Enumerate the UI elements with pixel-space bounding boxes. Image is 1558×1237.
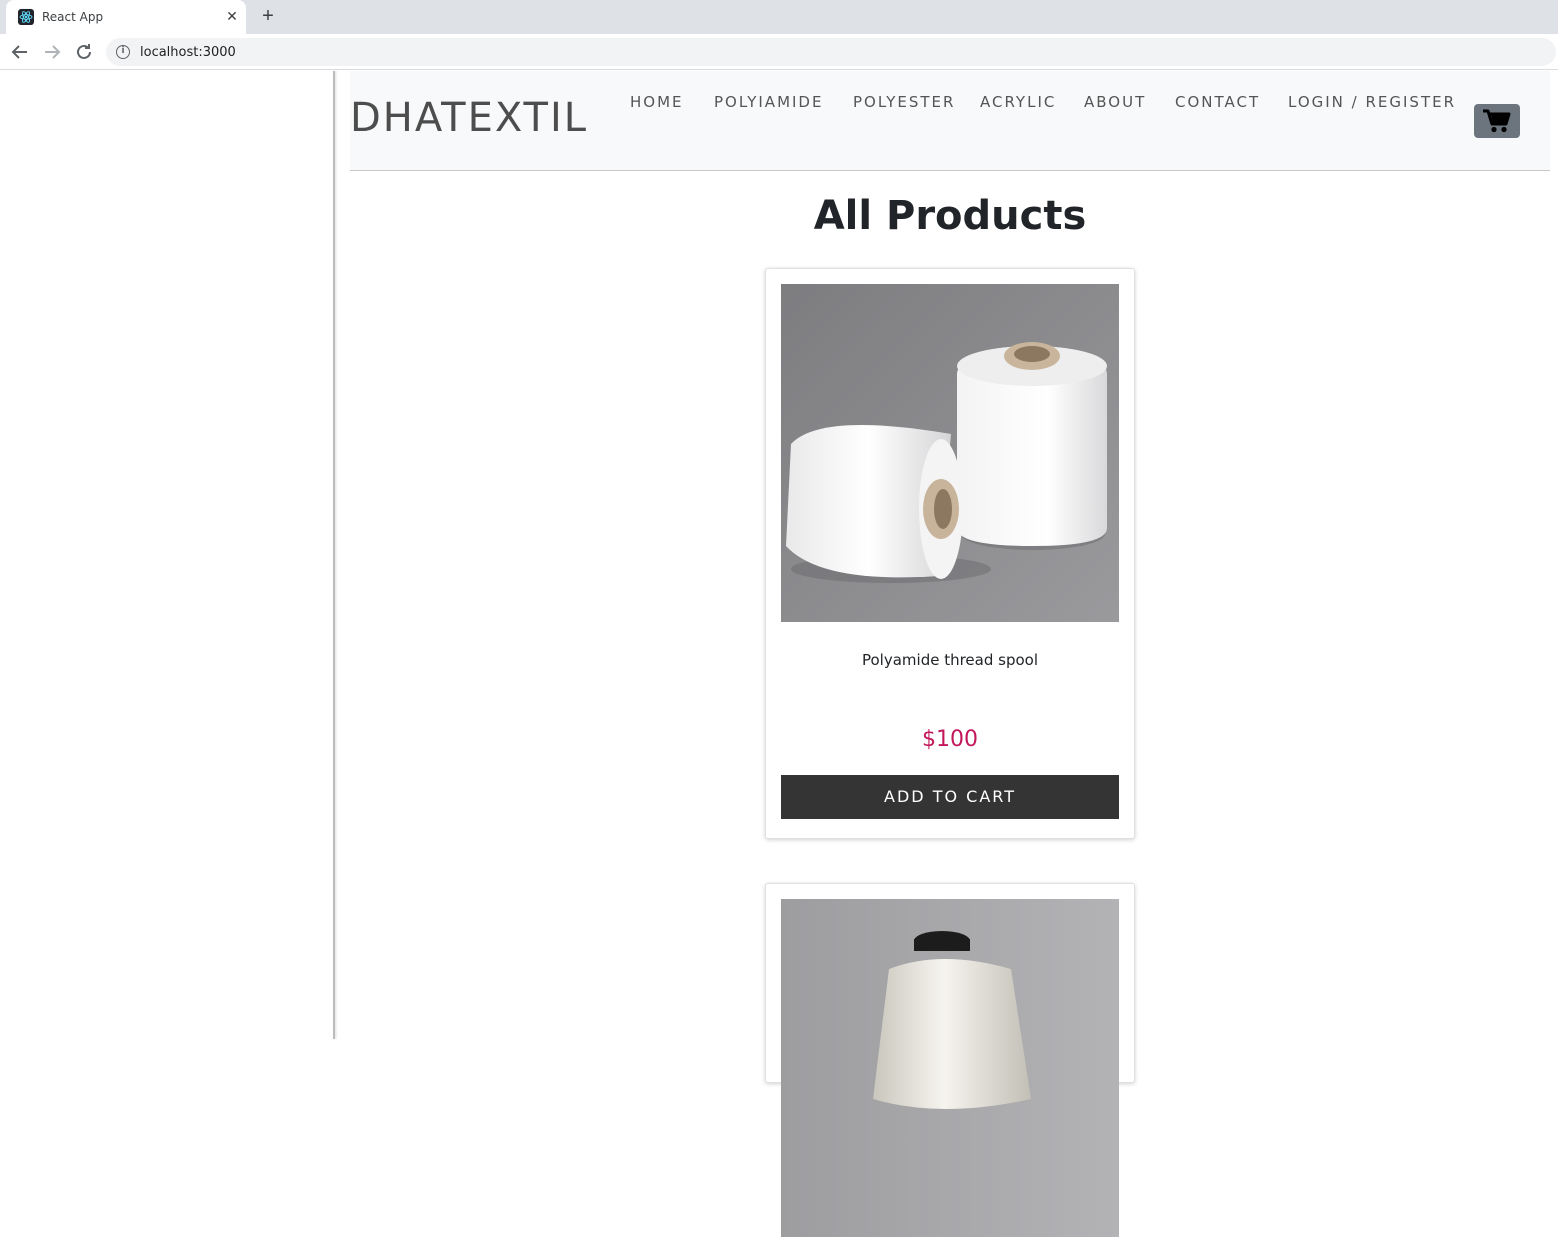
site-info-icon[interactable]: i: [116, 45, 130, 59]
reload-icon[interactable]: [72, 40, 96, 64]
divider: [333, 71, 335, 1039]
add-to-cart-button[interactable]: ADD TO CART: [781, 775, 1119, 819]
product-price: $100: [922, 727, 978, 752]
new-tab-button[interactable]: +: [257, 5, 279, 27]
browser-tab[interactable]: React App ✕: [6, 0, 246, 34]
nav-link-polyester[interactable]: POLYESTER: [853, 93, 955, 111]
address-bar[interactable]: i localhost:3000: [106, 38, 1556, 66]
forward-arrow-icon[interactable]: [40, 40, 64, 64]
product-card: Polyamide thread spool $100 ADD TO CART: [765, 268, 1135, 839]
cart-button[interactable]: [1474, 104, 1520, 138]
product-name[interactable]: Polyamide thread spool: [766, 651, 1134, 669]
site-header: DHATEXTIL HOME POLYIAMIDE POLYESTER ACRY…: [350, 71, 1550, 171]
product-card: [765, 883, 1135, 1237]
nav-link-contact[interactable]: CONTACT: [1175, 93, 1260, 111]
product-image[interactable]: [781, 899, 1119, 1237]
page-title: All Products: [813, 193, 1087, 239]
nav-link-polyiamide[interactable]: POLYIAMIDE: [714, 93, 823, 111]
nav-link-home[interactable]: HOME: [630, 93, 684, 111]
product-image[interactable]: [781, 284, 1119, 622]
close-tab-icon[interactable]: ✕: [223, 7, 241, 25]
nav-link-acrylic[interactable]: ACRYLIC: [980, 93, 1056, 111]
nav-link-login-register[interactable]: LOGIN / REGISTER: [1288, 93, 1456, 111]
back-arrow-icon[interactable]: [8, 40, 32, 64]
nav-link-about[interactable]: ABOUT: [1084, 93, 1146, 111]
browser-tab-strip: React App ✕ +: [0, 0, 1558, 34]
site-brand[interactable]: DHATEXTIL: [350, 95, 588, 141]
browser-toolbar: i localhost:3000: [0, 34, 1558, 70]
tab-title: React App: [42, 10, 104, 24]
page-viewport: DHATEXTIL HOME POLYIAMIDE POLYESTER ACRY…: [0, 71, 1558, 1237]
url-text[interactable]: localhost:3000: [140, 45, 236, 60]
react-logo-icon: [18, 9, 34, 25]
